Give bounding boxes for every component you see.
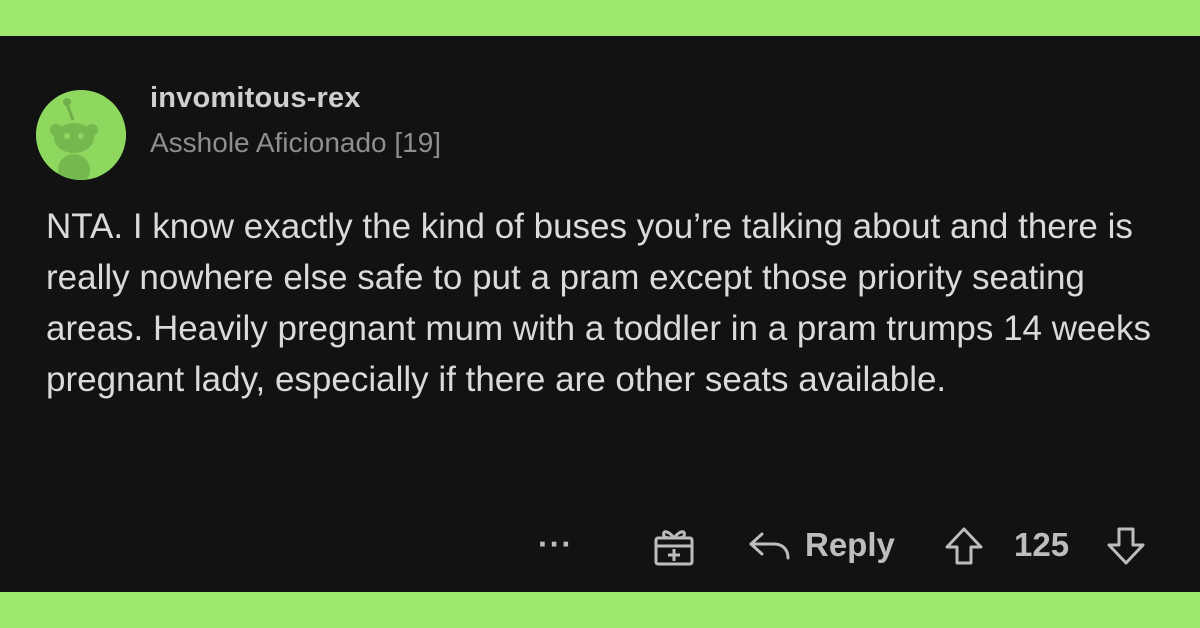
comment-body: NTA. I know exactly the kind of buses yo… (46, 207, 1151, 399)
user-avatar[interactable] (36, 90, 126, 180)
user-flair: Asshole Aficionado [19] (150, 127, 442, 158)
reply-button[interactable]: Reply (805, 525, 895, 565)
downvote-icon[interactable] (1106, 526, 1146, 571)
vote-score: 125 (1014, 526, 1070, 563)
upvote-icon[interactable] (944, 526, 984, 571)
comment-actions: ··· Reply 125 (0, 520, 1200, 570)
reply-arrow-icon[interactable] (748, 530, 792, 567)
comment-card: invomitous-rex Asshole Aficionado [19] N… (0, 36, 1200, 592)
award-icon[interactable] (652, 526, 696, 571)
snoo-avatar-icon (36, 90, 126, 180)
more-icon[interactable]: ··· (538, 524, 573, 564)
username[interactable]: invomitous-rex (150, 82, 361, 115)
